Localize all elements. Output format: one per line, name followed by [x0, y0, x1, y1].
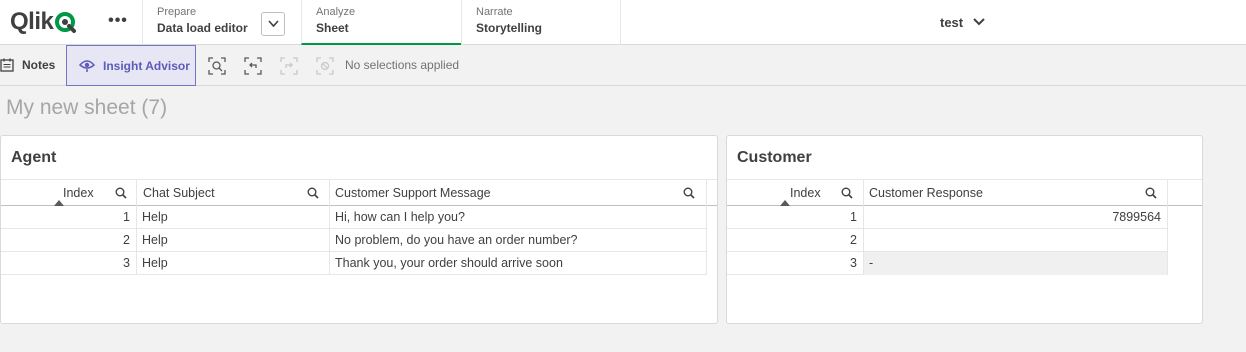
cell-index[interactable]: 2 — [1, 229, 137, 252]
cell-support-message[interactable]: No problem, do you have an order number? — [330, 229, 707, 252]
step-back-icon — [244, 57, 262, 75]
notes-button[interactable]: Notes — [0, 52, 55, 78]
agent-table-panel: Agent Index Chat Subject Customer Suppor… — [0, 135, 718, 324]
column-header-customer-support-message[interactable]: Customer Support Message — [330, 180, 707, 206]
cell-support-message[interactable]: Thank you, your order should arrive soon — [330, 252, 707, 275]
tab-analyze[interactable]: Analyze Sheet — [301, 0, 461, 45]
column-header-customer-response[interactable]: Customer Response — [864, 180, 1168, 206]
cell-support-message[interactable]: Hi, how can I help you? — [330, 206, 707, 229]
column-header-index-label: Index — [63, 186, 94, 200]
search-icon[interactable] — [307, 187, 319, 199]
qlik-logo[interactable]: Qlik — [10, 8, 77, 35]
tab-narrate[interactable]: Narrate Storytelling — [461, 0, 621, 45]
column-header-index[interactable]: Index — [727, 180, 864, 206]
insight-advisor-icon — [79, 59, 95, 72]
sheet-toolbar: Notes Insight Advisor No selections appl… — [0, 45, 1246, 86]
cell-index[interactable]: 3 — [727, 252, 864, 275]
customer-table-title: Customer — [737, 149, 812, 166]
table-row[interactable]: 3 Help Thank you, your order should arri… — [1, 252, 707, 275]
prepare-dropdown-button[interactable] — [261, 12, 285, 36]
table-row[interactable]: 2 Help No problem, do you have an order … — [1, 229, 707, 252]
customer-table-header: Index Customer Response — [727, 179, 1202, 206]
agent-table-header: Index Chat Subject Customer Support Mess… — [1, 179, 717, 206]
cell-index[interactable]: 1 — [1, 206, 137, 229]
cell-customer-response[interactable] — [864, 229, 1168, 252]
notes-icon — [0, 58, 14, 72]
logo-text: Qlik — [10, 8, 54, 35]
top-navigation-bar: Qlik ••• Prepare Data load editor Analyz… — [0, 0, 1246, 45]
chevron-down-icon — [973, 18, 985, 26]
cell-customer-response[interactable]: - — [864, 252, 1168, 275]
search-icon[interactable] — [841, 187, 853, 199]
table-row[interactable]: 1 7899564 — [727, 206, 1168, 229]
selection-search-icon — [208, 57, 226, 75]
cell-index[interactable]: 1 — [727, 206, 864, 229]
column-header-chat-subject-label: Chat Subject — [143, 186, 215, 200]
column-header-chat-subject[interactable]: Chat Subject — [137, 180, 330, 206]
notes-label: Notes — [22, 58, 56, 72]
search-icon[interactable] — [115, 187, 127, 199]
insight-advisor-button[interactable]: Insight Advisor — [66, 45, 196, 86]
search-icon[interactable] — [1145, 187, 1157, 199]
cell-index[interactable]: 2 — [727, 229, 864, 252]
tab-analyze-sub: Analyze — [316, 6, 356, 18]
cell-chat-subject[interactable]: Help — [137, 229, 330, 252]
more-menu-button[interactable]: ••• — [106, 11, 130, 31]
table-row[interactable]: 1 Help Hi, how can I help you? — [1, 206, 707, 229]
cell-chat-subject[interactable]: Help — [137, 252, 330, 275]
clear-selections-icon — [316, 57, 334, 75]
qlik-q-logo-icon — [54, 11, 77, 33]
customer-table-panel: Customer Index Customer Response 1 78995… — [726, 135, 1203, 324]
tab-narrate-main: Storytelling — [476, 21, 543, 35]
sheet-title: My new sheet (7) — [6, 96, 168, 119]
cell-chat-subject[interactable]: Help — [137, 206, 330, 229]
column-header-customer-support-message-label: Customer Support Message — [335, 186, 491, 200]
no-selections-text: No selections applied — [345, 58, 460, 72]
search-icon[interactable] — [683, 187, 695, 199]
table-row[interactable]: 2 — [727, 229, 1168, 252]
step-forward-icon — [280, 57, 298, 75]
column-header-index-label: Index — [790, 186, 821, 200]
chevron-down-icon — [268, 20, 279, 28]
tab-narrate-sub: Narrate — [476, 6, 513, 18]
smart-search-button[interactable] — [207, 56, 227, 76]
agent-table-title: Agent — [11, 149, 57, 166]
cell-customer-response[interactable]: 7899564 — [864, 206, 1168, 229]
insight-advisor-label: Insight Advisor — [103, 58, 190, 73]
step-forward-button[interactable] — [279, 56, 299, 76]
table-row[interactable]: 3 - — [727, 252, 1168, 275]
tab-analyze-main: Sheet — [316, 21, 349, 35]
column-header-customer-response-label: Customer Response — [869, 186, 983, 200]
clear-selections-button[interactable] — [315, 56, 335, 76]
app-title-dropdown[interactable]: test — [940, 12, 985, 32]
cell-index[interactable]: 3 — [1, 252, 137, 275]
column-header-index[interactable]: Index — [1, 180, 137, 206]
app-title: test — [940, 14, 964, 30]
step-back-button[interactable] — [243, 56, 263, 76]
